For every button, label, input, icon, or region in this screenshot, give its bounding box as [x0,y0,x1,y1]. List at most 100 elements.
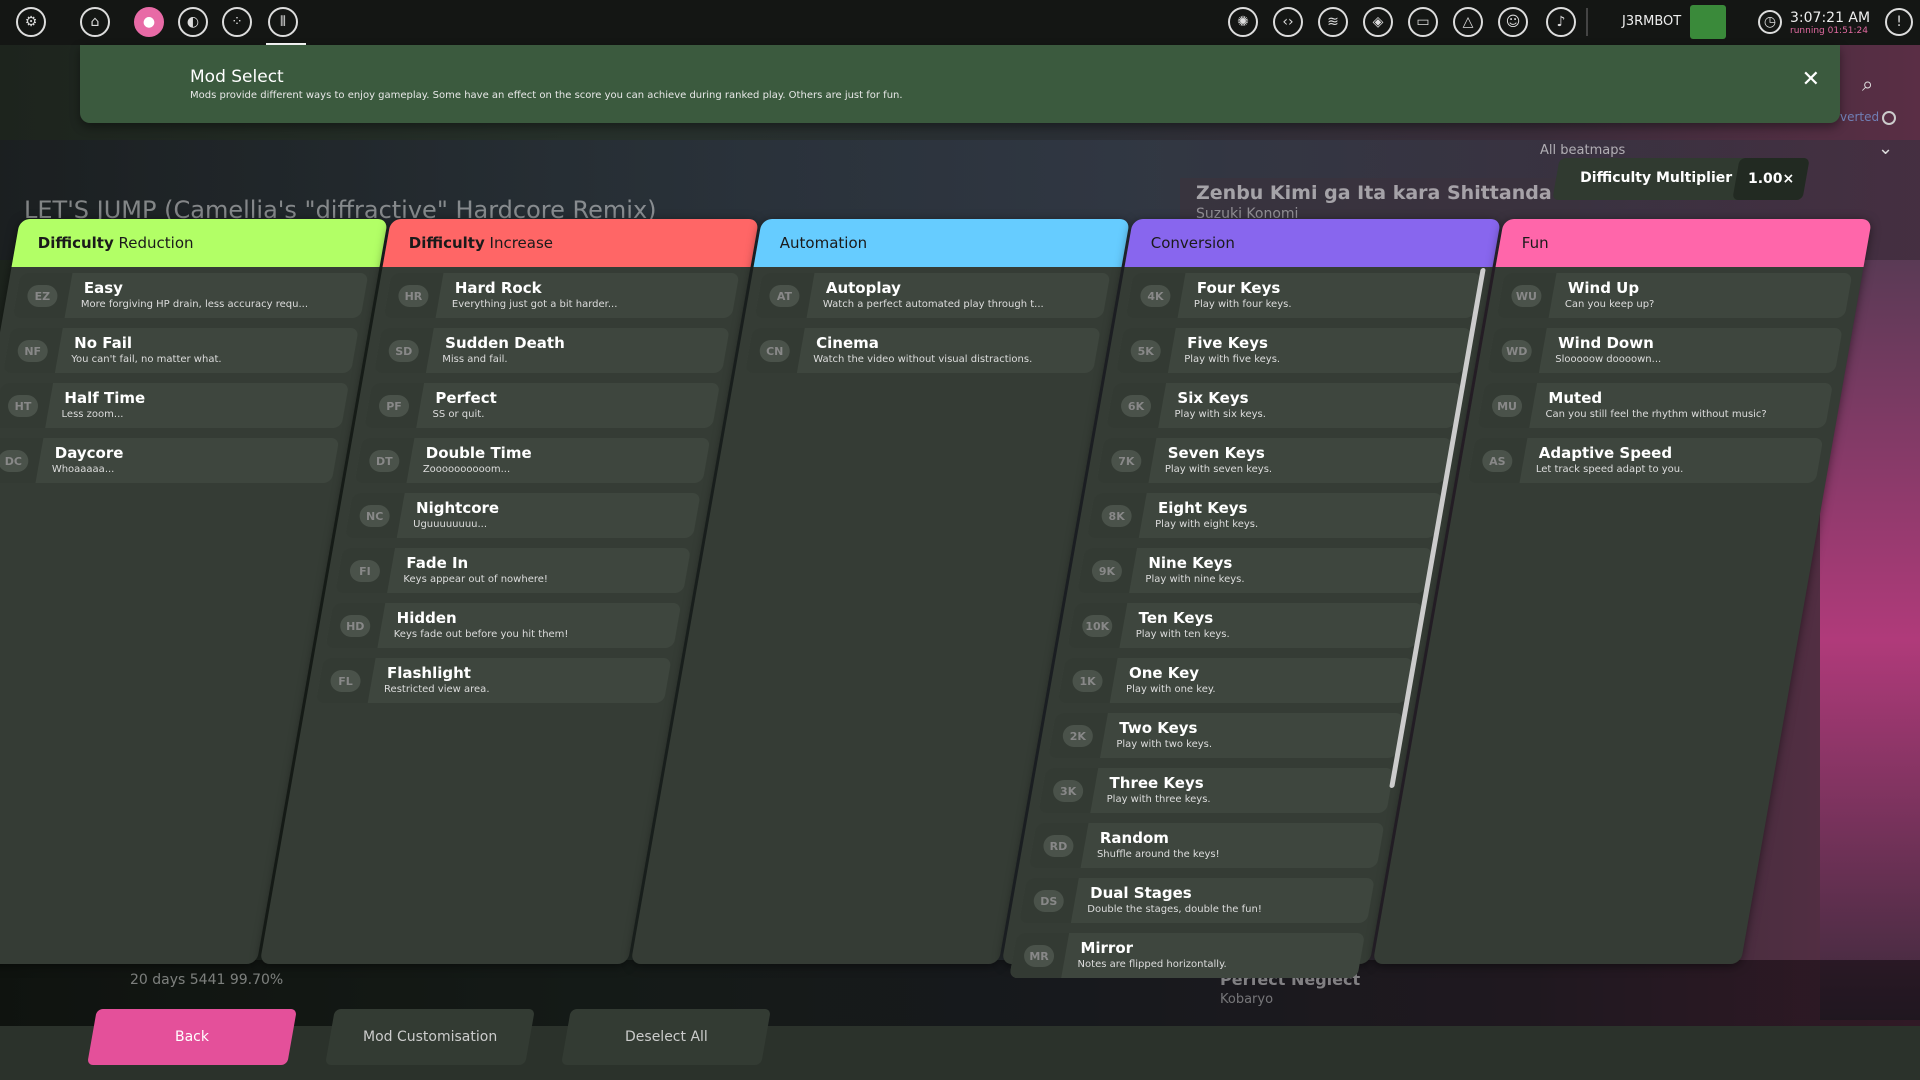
mod-description: Slooooow doooown... [1555,354,1662,365]
column-title-bold: Difficulty [37,234,114,252]
mod-half-time[interactable]: HT Half Time Less zoom... [0,383,350,428]
difficulty-multiplier: Difficulty Multiplier 1.00× [1552,158,1810,200]
beatmap-filter[interactable]: All beatmaps [1540,143,1625,158]
mod-name: No Fail [74,334,132,352]
mod-nine-keys[interactable]: 9K Nine Keys Play with nine keys. [1077,548,1433,593]
mod-description: Play with four keys. [1193,299,1292,310]
column-title: Fun [1522,234,1549,252]
mod-icon: 7K [1096,438,1157,483]
column-title-bold: Difficulty [408,234,485,252]
mod-description: Miss and fail. [442,354,508,365]
mod-name: Six Keys [1177,389,1249,407]
mod-name: Random [1099,829,1169,847]
mod-flashlight[interactable]: FL Flashlight Restricted view area. [315,658,672,703]
ruleset-catch-icon[interactable]: ⁘ [222,7,252,37]
column-title: Difficulty Reduction [38,234,194,252]
mod-name: Mirror [1080,939,1134,957]
mod-fade-in[interactable]: FI Fade In Keys appear out of nowhere! [335,548,691,593]
mod-description: Let track speed adapt to you. [1535,464,1684,475]
notifications-icon[interactable]: ! [1885,8,1913,36]
mod-perfect[interactable]: PF Perfect SS or quit. [364,383,721,428]
inverted-toggle[interactable] [1882,111,1896,125]
column-header[interactable]: Difficulty Reduction [11,219,388,267]
mod-icon: 8K [1086,493,1147,538]
mod-three-keys[interactable]: 3K Three Keys Play with three keys. [1038,768,1395,813]
home-icon[interactable]: ⌂ [80,7,110,37]
music-icon[interactable]: ♪ [1546,7,1576,37]
sun-icon[interactable]: ✺ [1228,7,1258,37]
mod-name: Three Keys [1109,774,1204,792]
mod-daycore[interactable]: DC Daycore Whoaaaaa... [0,438,340,483]
mod-icon: DS [1018,878,1079,923]
mod-no-fail[interactable]: NF No Fail You can't fail, no matter what. [2,328,359,373]
column-header[interactable]: Fun [1495,219,1872,267]
mod-wind-down[interactable]: WD Wind Down Slooooow doooown... [1486,328,1843,373]
mod-mirror[interactable]: MR Mirror Notes are flipped horizontally. [1009,933,1366,978]
mod-name: Dual Stages [1090,884,1192,902]
chat-icon[interactable]: ▭ [1408,7,1438,37]
deselect-all-button[interactable]: Deselect All [561,1009,771,1065]
mod-four-keys[interactable]: 4K Four Keys Play with four keys. [1125,273,1482,318]
mod-wind-up[interactable]: WU Wind Up Can you keep up? [1496,273,1853,318]
column-header[interactable]: Conversion [1124,219,1501,267]
wave-icon[interactable]: ≋ [1318,7,1348,37]
mod-eight-keys[interactable]: 8K Eight Keys Play with eight keys. [1086,493,1443,538]
mod-icon: 2K [1047,713,1108,758]
mod-acronym-icon: FI [350,559,381,582]
mod-cinema[interactable]: CN Cinema Watch the video without visual d… [744,328,1101,373]
mod-acronym-icon: 8K [1101,504,1132,527]
chevron-down-icon[interactable]: ⌄ [1878,138,1893,159]
mod-acronym-icon: NF [17,339,48,362]
mod-dual-stages[interactable]: DS Dual Stages Double the stages, double t… [1018,878,1375,923]
mod-icon: 9K [1077,548,1137,593]
clock-time[interactable]: 3:07:21 AM [1790,10,1870,26]
mod-acronym-icon: DS [1033,889,1064,912]
column-header[interactable]: Difficulty Increase [382,219,759,267]
compass-icon[interactable]: ◈ [1363,7,1393,37]
mod-icon: MU [1477,383,1538,428]
column-title-rest: Fun [1521,234,1549,252]
mod-muted[interactable]: MU Muted Can you still feel the rhythm wit… [1477,383,1834,428]
mod-random[interactable]: RD Random Shuffle around the keys! [1028,823,1385,868]
username[interactable]: J3RMBOT [1622,14,1681,29]
mod-six-keys[interactable]: 6K Six Keys Play with six keys. [1106,383,1463,428]
mod-acronym-icon: 2K [1062,724,1093,747]
mod-name: Cinema [816,334,879,352]
back-button[interactable]: Back [87,1009,297,1065]
avatar[interactable] [1690,5,1726,39]
search-icon[interactable]: ⌕ [1862,72,1884,96]
code-icon[interactable]: ‹› [1273,7,1303,37]
close-icon[interactable]: ✕ [1802,67,1820,92]
mod-hard-rock[interactable]: HR Hard Rock Everything just got a bit har… [383,273,740,318]
mod-customisation-button[interactable]: Mod Customisation [325,1009,535,1065]
mod-adaptive-speed[interactable]: AS Adaptive Speed Let track speed adapt to… [1467,438,1824,483]
ranking-icon[interactable]: △ [1453,7,1483,37]
mod-hidden[interactable]: HD Hidden Keys fade out before you hit the… [325,603,682,648]
mod-seven-keys[interactable]: 7K Seven Keys Play with seven keys. [1096,438,1453,483]
column-header[interactable]: Automation [753,219,1130,267]
mod-one-key[interactable]: 1K One Key Play with one key. [1057,658,1414,703]
ruleset-taiko-icon[interactable]: ◐ [178,7,208,37]
mod-easy[interactable]: EZ Easy More forgiving HP drain, less accu… [12,273,369,318]
mod-acronym-icon: WD [1501,339,1532,362]
mod-nightcore[interactable]: NC Nightcore Uguuuuuuuu... [344,493,701,538]
mod-autoplay[interactable]: AT Autoplay Watch a perfect automated play… [754,273,1111,318]
mod-icon: SD [373,328,434,373]
mod-description: Shuffle around the keys! [1096,849,1220,860]
mod-double-time[interactable]: DT Double Time Zoooooooooom... [354,438,711,483]
mod-name: Wind Down [1558,334,1654,352]
mod-name: Perfect [435,389,497,407]
ruleset-mania-icon[interactable]: ⦀ [268,7,298,37]
mod-name: Muted [1548,389,1603,407]
mod-sudden-death[interactable]: SD Sudden Death Miss and fail. [373,328,730,373]
mod-two-keys[interactable]: 2K Two Keys Play with two keys. [1047,713,1404,758]
mod-description: Play with ten keys. [1135,629,1230,640]
mod-five-keys[interactable]: 5K Five Keys Play with five keys. [1115,328,1472,373]
mod-ten-keys[interactable]: 10K Ten Keys Play with ten keys. [1067,603,1424,648]
mod-name: Five Keys [1187,334,1268,352]
inverted-label: verted [1840,110,1880,124]
settings-icon[interactable]: ⚙ [16,7,46,37]
user-icon[interactable]: ☺ [1498,7,1528,37]
ruleset-osu-icon[interactable]: ● [134,7,164,37]
mod-icon: RD [1028,823,1089,868]
